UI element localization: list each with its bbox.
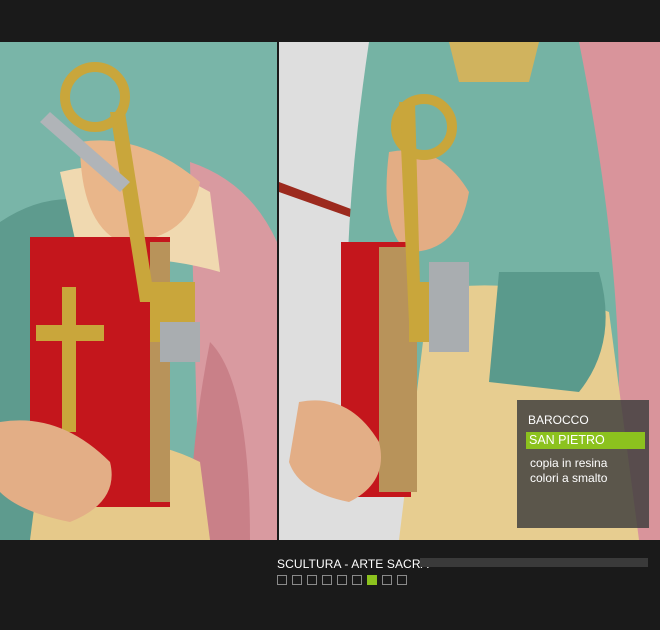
top-bar [0,0,660,42]
page-dot-6[interactable] [352,575,362,585]
page-dot-8[interactable] [382,575,392,585]
page-dot-9[interactable] [397,575,407,585]
title-highlight: SAN PIETRO [526,432,645,449]
page-dot-7[interactable] [367,575,377,585]
page-dot-3[interactable] [307,575,317,585]
artwork-title: SAN PIETRO [529,433,605,447]
style-label: BAROCCO [528,413,589,427]
gallery-pager [277,575,407,585]
statue-photo-left [0,42,277,540]
gallery-caption: SCULTURA - ARTE SACRA [277,557,429,571]
bottom-bar: SCULTURA - ARTE SACRA [0,540,660,630]
artwork-description: copia in resina colori a smalto [530,456,607,486]
artwork-info-panel: BAROCCO SAN PIETRO copia in resina color… [517,400,649,528]
description-line: copia in resina [530,456,608,470]
loading-progress-bar [420,558,648,567]
page-dot-1[interactable] [277,575,287,585]
page-dot-2[interactable] [292,575,302,585]
page-dot-5[interactable] [337,575,347,585]
description-line: colori a smalto [530,471,608,485]
page-dot-4[interactable] [322,575,332,585]
